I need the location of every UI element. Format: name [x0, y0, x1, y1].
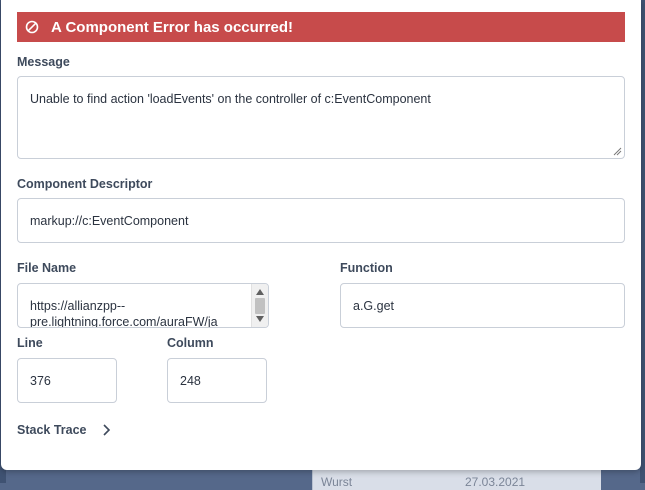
error-modal: A Component Error has occurred! Message …: [1, 0, 641, 470]
line-label: Line: [17, 336, 43, 350]
error-title: A Component Error has occurred!: [51, 18, 293, 36]
file-name-scrollbar[interactable]: [251, 284, 268, 327]
function-value: a.G.get: [353, 299, 394, 313]
resize-grip-icon[interactable]: [612, 146, 622, 156]
chevron-right-icon[interactable]: [101, 423, 111, 437]
prohibited-icon: [25, 20, 39, 34]
stack-trace-label: Stack Trace: [17, 423, 87, 437]
scroll-down-arrow-icon[interactable]: [256, 316, 264, 322]
function-field[interactable]: a.G.get: [340, 283, 625, 328]
component-descriptor-label: Component Descriptor: [17, 177, 153, 191]
column-label: Column: [167, 336, 214, 350]
column-field[interactable]: 248: [167, 358, 267, 403]
message-textarea[interactable]: Unable to find action 'loadEvents' on th…: [17, 76, 625, 159]
component-descriptor-value: markup://c:EventComponent: [30, 214, 189, 228]
error-banner: A Component Error has occurred!: [17, 12, 625, 42]
message-value: Unable to find action 'loadEvents' on th…: [30, 92, 431, 106]
component-descriptor-field[interactable]: markup://c:EventComponent: [17, 198, 625, 243]
file-name-textarea[interactable]: https://allianzpp-- pre.lightning.force.…: [17, 283, 269, 328]
stack-trace-toggle[interactable]: Stack Trace: [17, 420, 111, 440]
scroll-thumb[interactable]: [255, 298, 265, 314]
scroll-up-arrow-icon[interactable]: [256, 289, 264, 295]
column-value: 248: [180, 374, 201, 388]
background-cell-date: 27.03.2021: [465, 475, 526, 489]
line-field[interactable]: 376: [17, 358, 117, 403]
file-name-value: https://allianzpp-- pre.lightning.force.…: [30, 299, 218, 328]
message-label: Message: [17, 55, 70, 69]
function-label: Function: [340, 261, 393, 275]
background-cell-name: Wurst: [321, 475, 353, 489]
file-name-label: File Name: [17, 261, 77, 275]
line-value: 376: [30, 374, 51, 388]
background-table-row: Wurst 27.03.2021: [312, 470, 601, 490]
